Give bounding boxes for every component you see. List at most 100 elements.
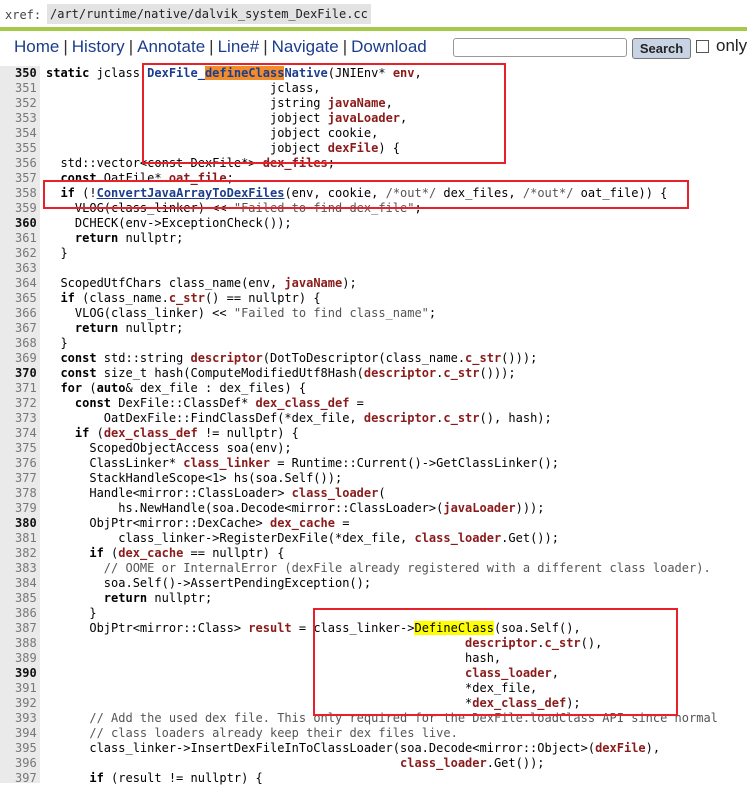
code-line: 369 const std::string descriptor(DotToDe… [0,351,747,366]
line-number-link[interactable]: 367 [15,321,39,336]
code-line: 364 ScopedUtfChars class_name(env, javaN… [0,276,747,291]
code-line: 363 [0,261,747,276]
nav-home[interactable]: Home [14,37,59,56]
code-line: 374 if (dex_class_def != nullptr) { [0,426,747,441]
code-line: 367 return nullptr; [0,321,747,336]
code-line: 366 VLOG(class_linker) << "Failed to fin… [0,306,747,321]
code-line: 394 // class loaders already keep their … [0,726,747,741]
code-line: 372 const DexFile::ClassDef* dex_class_d… [0,396,747,411]
code-text: } [46,606,97,620]
line-number-link[interactable]: 378 [15,486,39,501]
code-line: 379 hs.NewHandle(soa.Decode<mirror::Clas… [0,501,747,516]
line-number-link[interactable]: 372 [15,396,39,411]
line-number-link[interactable]: 366 [15,306,39,321]
line-number-link[interactable]: 369 [15,351,39,366]
code-text: ObjPtr<mirror::DexCache> dex_cache = [46,516,350,530]
line-number-link[interactable]: 362 [15,246,39,261]
code-text: ScopedUtfChars class_name(env, javaName)… [46,276,357,290]
code-line: 381 class_linker->RegisterDexFile(*dex_f… [0,531,747,546]
code-line: 396 class_loader.Get()); [0,756,747,771]
line-number-link[interactable]: 363 [15,261,39,276]
code-text: class_linker->RegisterDexFile(*dex_file,… [46,531,559,545]
line-number-link[interactable]: 380 [15,516,39,531]
line-number-link[interactable]: 371 [15,381,39,396]
line-number-link[interactable]: 396 [15,756,39,771]
code-line: 368 } [0,336,747,351]
code-line: 373 OatDexFile::FindClassDef(*dex_file, … [0,411,747,426]
search-button[interactable]: Search [632,38,691,59]
code-line: 375 ScopedObjectAccess soa(env); [0,441,747,456]
line-number-link[interactable]: 387 [15,621,39,636]
line-number-link[interactable]: 386 [15,606,39,621]
line-number-link[interactable]: 353 [15,111,39,126]
line-number-link[interactable]: 382 [15,546,39,561]
line-number-link[interactable]: 397 [15,771,39,786]
line-number-link[interactable]: 377 [15,471,39,486]
line-number-link[interactable]: 356 [15,156,39,171]
only-checkbox[interactable] [696,40,709,53]
line-number-link[interactable]: 364 [15,276,39,291]
code-text: // OOME or InternalError (dexFile alread… [103,561,711,575]
code-text: StackHandleScope<1> hs(soa.Self()); [46,471,343,485]
line-number-link[interactable]: 358 [15,186,39,201]
nav-annotate[interactable]: Annotate [137,37,205,56]
line-number-link[interactable]: 359 [15,201,39,216]
line-number-link[interactable]: 383 [15,561,39,576]
line-number-link[interactable]: 357 [15,171,39,186]
code-text: DCHECK(env->ExceptionCheck()); [46,216,292,230]
code-line: 360 DCHECK(env->ExceptionCheck()); [0,216,747,231]
line-number-link[interactable]: 375 [15,441,39,456]
search-input[interactable] [453,38,627,57]
code-text: class_loader.Get()); [400,756,545,770]
code-text: Handle<mirror::ClassLoader> class_loader… [46,486,386,500]
code-text: const DexFile::ClassDef* dex_class_def = [74,396,364,410]
line-number-link[interactable]: 368 [15,336,39,351]
line-number-link[interactable]: 381 [15,531,39,546]
line-number-link[interactable]: 350 [15,66,39,81]
line-number-link[interactable]: 391 [15,681,39,696]
code-line: 384 soa.Self()->AssertPendingException()… [0,576,747,591]
header-divider [0,27,747,31]
code-text: OatDexFile::FindClassDef(*dex_file, desc… [46,411,552,425]
line-number-link[interactable]: 385 [15,591,39,606]
line-number-link[interactable]: 351 [15,81,39,96]
line-number-link[interactable]: 379 [15,501,39,516]
line-number-link[interactable]: 389 [15,651,39,666]
line-number-link[interactable]: 390 [15,666,39,681]
nav-history[interactable]: History [72,37,125,56]
line-number-link[interactable]: 392 [15,696,39,711]
code-text: ScopedObjectAccess soa(env); [46,441,292,455]
xref-path[interactable]: /art/runtime/native/dalvik_system_DexFil… [47,4,371,24]
code-text: class_linker->InsertDexFileInToClassLoad… [46,741,661,755]
line-number-link[interactable]: 365 [15,291,39,306]
code-line: 395 class_linker->InsertDexFileInToClass… [0,741,747,756]
line-number-link[interactable]: 352 [15,96,39,111]
line-number-link[interactable]: 370 [15,366,39,381]
line-number-link[interactable]: 388 [15,636,39,651]
highlight-box-function-signature [142,63,506,164]
code-text: if (dex_cache == nullptr) { [89,546,285,560]
code-text: ClassLinker* class_linker = Runtime::Cur… [46,456,559,470]
code-line: 376 ClassLinker* class_linker = Runtime:… [0,456,747,471]
line-number-link[interactable]: 374 [15,426,39,441]
line-number-link[interactable]: 373 [15,411,39,426]
line-number-link[interactable]: 360 [15,216,39,231]
xref-bar: xref: /art/runtime/native/dalvik_system_… [0,0,747,28]
line-number-link[interactable]: 393 [15,711,39,726]
nav-line-number[interactable]: Line# [218,37,260,56]
code-text: return nullptr; [74,231,184,245]
line-number-link[interactable]: 355 [15,141,39,156]
code-text: const size_t hash(ComputeModifiedUtf8Has… [60,366,516,380]
code-text: VLOG(class_linker) << "Failed to find cl… [46,306,437,320]
nav-download[interactable]: Download [351,37,427,56]
line-number-link[interactable]: 384 [15,576,39,591]
line-number-link[interactable]: 376 [15,456,39,471]
code-text: if (class_name.c_str() == nullptr) { [60,291,321,305]
line-number-link[interactable]: 354 [15,126,39,141]
nav-navigate[interactable]: Navigate [272,37,339,56]
only-label: only [716,36,747,55]
code-text: for (auto& dex_file : dex_files) { [60,381,307,395]
line-number-link[interactable]: 361 [15,231,39,246]
line-number-link[interactable]: 395 [15,741,39,756]
line-number-link[interactable]: 394 [15,726,39,741]
